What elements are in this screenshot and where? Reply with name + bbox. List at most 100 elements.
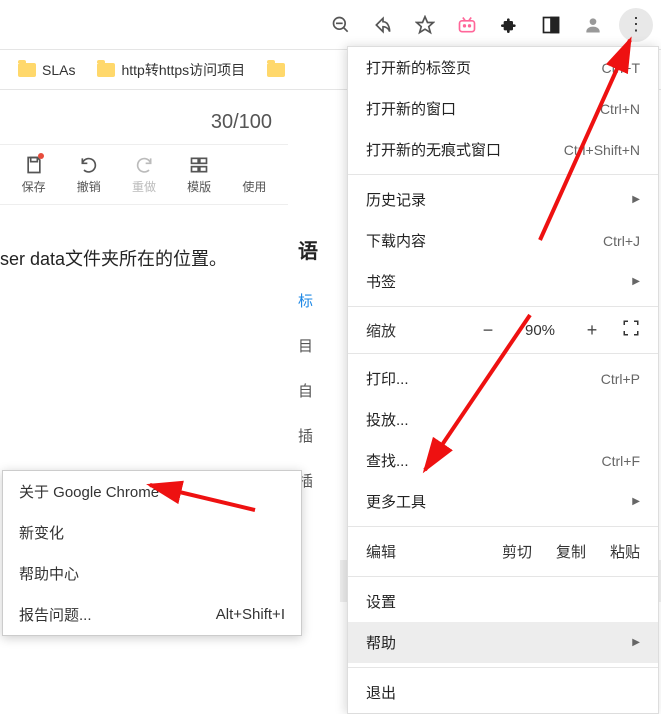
folder-icon: [97, 63, 115, 77]
menu-history[interactable]: 历史记录 ▶: [348, 179, 658, 220]
usage-button[interactable]: 使用: [242, 155, 266, 195]
copy-button[interactable]: 复制: [556, 541, 586, 562]
help-submenu: 关于 Google Chrome 新变化 帮助中心 报告问题... Alt+Sh…: [2, 470, 302, 636]
redo-icon: [134, 155, 154, 175]
bookmark-folder-slas[interactable]: SLAs: [10, 58, 83, 82]
template-button[interactable]: 模版: [187, 155, 211, 195]
save-label: 保存: [22, 178, 46, 195]
menu-zoom: 缩放 − 90% +: [348, 311, 658, 349]
submenu-report-issue[interactable]: 报告问题... Alt+Shift+I: [3, 594, 301, 635]
menu-label: 打开新的窗口: [366, 98, 456, 119]
template-icon: [189, 155, 209, 175]
menu-label: 打印...: [366, 368, 409, 389]
edit-label: 编辑: [366, 541, 478, 562]
menu-label: 退出: [366, 682, 396, 703]
template-label: 模版: [187, 178, 211, 195]
browser-toolbar: ⋮: [0, 0, 661, 50]
share-icon[interactable]: [367, 9, 399, 41]
bookmark-label: SLAs: [42, 62, 75, 78]
counter-value: 30/100: [211, 111, 272, 134]
menu-new-incognito[interactable]: 打开新的无痕式窗口 Ctrl+Shift+N: [348, 129, 658, 170]
usage-icon: [244, 155, 264, 175]
unsaved-dot-icon: [38, 153, 44, 159]
zoom-minus-button[interactable]: −: [476, 320, 500, 341]
menu-separator: [348, 576, 658, 577]
menu-shortcut: Ctrl+P: [601, 371, 640, 387]
menu-shortcut: Ctrl+N: [600, 101, 640, 117]
submenu-help-center[interactable]: 帮助中心: [3, 553, 301, 594]
char-counter: 30/100: [0, 100, 288, 145]
menu-new-window[interactable]: 打开新的窗口 Ctrl+N: [348, 88, 658, 129]
undo-button[interactable]: 撤销: [77, 155, 101, 195]
zoom-out-icon[interactable]: [325, 9, 357, 41]
menu-label: 帮助: [366, 632, 396, 653]
chrome-main-menu: 打开新的标签页 Ctrl+T 打开新的窗口 Ctrl+N 打开新的无痕式窗口 C…: [347, 46, 659, 714]
profile-icon[interactable]: [577, 9, 609, 41]
menu-edit-row: 编辑 剪切 复制 粘贴: [348, 531, 658, 572]
bookmark-label: http转https访问项目: [121, 60, 245, 80]
menu-print[interactable]: 打印... Ctrl+P: [348, 358, 658, 399]
submenu-about-chrome[interactable]: 关于 Google Chrome: [3, 471, 301, 512]
menu-label: 投放...: [366, 409, 409, 430]
menu-label: 下载内容: [366, 230, 426, 251]
paste-button[interactable]: 粘贴: [610, 541, 640, 562]
menu-label: 历史记录: [366, 189, 426, 210]
menu-separator: [348, 667, 658, 668]
kebab-menu-icon[interactable]: ⋮: [619, 8, 653, 42]
menu-shortcut: Ctrl+J: [603, 233, 640, 249]
menu-shortcut: Ctrl+F: [602, 453, 641, 469]
submenu-label: 关于 Google Chrome: [19, 481, 159, 502]
menu-label: 查找...: [366, 450, 409, 471]
star-icon[interactable]: [409, 9, 441, 41]
undo-icon: [79, 155, 99, 175]
menu-exit[interactable]: 退出: [348, 672, 658, 713]
menu-label: 打开新的标签页: [366, 57, 471, 78]
side-link-0[interactable]: 标: [288, 278, 348, 323]
menu-label: 打开新的无痕式窗口: [366, 139, 501, 160]
chevron-right-icon: ▶: [632, 637, 640, 648]
submenu-shortcut: Alt+Shift+I: [216, 606, 285, 623]
submenu-label: 帮助中心: [19, 563, 79, 584]
submenu-whats-new[interactable]: 新变化: [3, 512, 301, 553]
folder-icon: [18, 63, 36, 77]
save-button[interactable]: 保存: [22, 155, 46, 195]
zoom-plus-button[interactable]: +: [580, 320, 604, 341]
menu-downloads[interactable]: 下载内容 Ctrl+J: [348, 220, 658, 261]
extensions-puzzle-icon[interactable]: [493, 9, 525, 41]
menu-separator: [348, 174, 658, 175]
side-link-3[interactable]: 插: [288, 413, 348, 458]
menu-find[interactable]: 查找... Ctrl+F: [348, 440, 658, 481]
undo-label: 撤销: [77, 178, 101, 195]
usage-label: 使用: [242, 178, 266, 195]
redo-label: 重做: [132, 178, 156, 195]
menu-separator: [348, 353, 658, 354]
side-link-2[interactable]: 自: [288, 368, 348, 413]
chevron-right-icon: ▶: [632, 276, 640, 287]
menu-bookmarks[interactable]: 书签 ▶: [348, 261, 658, 302]
menu-cast[interactable]: 投放...: [348, 399, 658, 440]
folder-icon: [267, 63, 285, 77]
menu-more-tools[interactable]: 更多工具 ▶: [348, 481, 658, 522]
menu-help[interactable]: 帮助 ▶: [348, 622, 658, 663]
chevron-right-icon: ▶: [632, 194, 640, 205]
menu-shortcut: Ctrl+Shift+N: [564, 142, 640, 158]
chevron-right-icon: ▶: [632, 496, 640, 507]
fullscreen-icon[interactable]: [622, 319, 640, 341]
zoom-label: 缩放: [366, 320, 458, 341]
bookmark-folder-partial[interactable]: [259, 59, 293, 81]
cut-button[interactable]: 剪切: [502, 541, 532, 562]
submenu-label: 报告问题...: [19, 604, 92, 625]
menu-separator: [348, 306, 658, 307]
submenu-label: 新变化: [19, 522, 64, 543]
bilibili-icon[interactable]: [451, 9, 483, 41]
side-link-1[interactable]: 目: [288, 323, 348, 368]
menu-new-tab[interactable]: 打开新的标签页 Ctrl+T: [348, 47, 658, 88]
bookmark-folder-http[interactable]: http转https访问项目: [89, 56, 253, 84]
menu-label: 书签: [366, 271, 396, 292]
menu-label: 更多工具: [366, 491, 426, 512]
reader-icon[interactable]: [535, 9, 567, 41]
menu-shortcut: Ctrl+T: [602, 60, 641, 76]
menu-separator: [348, 526, 658, 527]
redo-button[interactable]: 重做: [132, 155, 156, 195]
side-title: 语: [288, 205, 348, 278]
